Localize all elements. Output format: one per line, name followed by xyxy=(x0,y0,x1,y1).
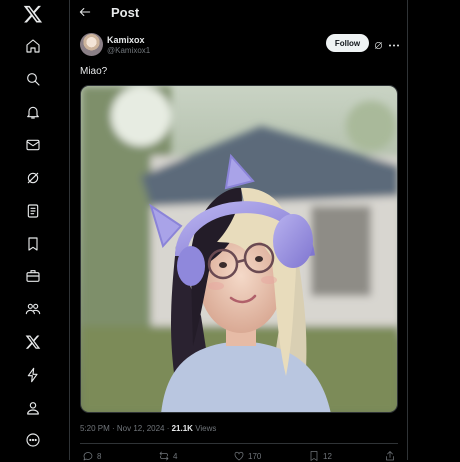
post-meta: 5:20 PM · Nov 12, 2024 · 21.1K Views xyxy=(80,424,216,433)
bell-icon[interactable] xyxy=(21,100,45,124)
bookmark-count: 12 xyxy=(323,451,332,461)
author-handle[interactable]: @Kamixox1 xyxy=(107,46,150,55)
lightning-icon[interactable] xyxy=(21,363,45,387)
communities-icon[interactable] xyxy=(21,297,45,321)
grok-explain-icon[interactable] xyxy=(373,38,384,50)
author-name[interactable]: Kamixox xyxy=(107,35,145,45)
like-button[interactable]: 170 xyxy=(233,450,261,462)
photo-illustration xyxy=(81,86,397,412)
like-count: 170 xyxy=(248,451,262,461)
share-icon xyxy=(386,451,394,461)
search-icon[interactable] xyxy=(21,67,45,91)
views-count: 21.1K xyxy=(171,424,193,433)
briefcase-icon[interactable] xyxy=(21,264,45,288)
page-title: Post xyxy=(111,5,140,20)
post-column: Post Kamixox @Kamixox1 Follow Miao? 5:20… xyxy=(70,0,408,462)
avatar[interactable] xyxy=(80,33,103,56)
share-button[interactable] xyxy=(384,450,396,462)
bookmark-action-icon xyxy=(310,451,318,461)
repost-icon xyxy=(159,451,169,461)
lists-icon[interactable] xyxy=(21,199,45,223)
profile-icon[interactable] xyxy=(21,396,45,420)
post-photo[interactable] xyxy=(80,85,398,413)
views-label: Views xyxy=(192,424,217,433)
bookmark-icon[interactable] xyxy=(21,232,45,256)
x-premium-icon[interactable] xyxy=(21,330,45,354)
back-arrow-icon[interactable] xyxy=(78,5,94,21)
repost-button[interactable]: 4 xyxy=(158,450,177,462)
follow-button[interactable]: Follow xyxy=(326,34,369,52)
bookmark-button[interactable]: 12 xyxy=(308,450,332,462)
post-header: Post xyxy=(70,0,407,26)
reply-icon xyxy=(83,452,93,461)
x-logo-icon[interactable] xyxy=(21,2,45,26)
divider xyxy=(80,443,398,444)
repost-count: 4 xyxy=(173,451,178,461)
reply-count: 8 xyxy=(97,451,102,461)
post-text: Miao? xyxy=(80,66,108,77)
sidebar xyxy=(0,0,70,460)
more-circle-icon[interactable] xyxy=(21,428,45,452)
home-icon[interactable] xyxy=(21,34,45,58)
heart-icon xyxy=(234,451,244,461)
post-timestamp[interactable]: 5:20 PM · Nov 12, 2024 · xyxy=(80,424,172,433)
mail-icon[interactable] xyxy=(21,133,45,157)
reply-button[interactable]: 8 xyxy=(82,450,101,462)
grok-icon[interactable] xyxy=(21,166,45,190)
more-options-icon[interactable] xyxy=(388,38,400,49)
